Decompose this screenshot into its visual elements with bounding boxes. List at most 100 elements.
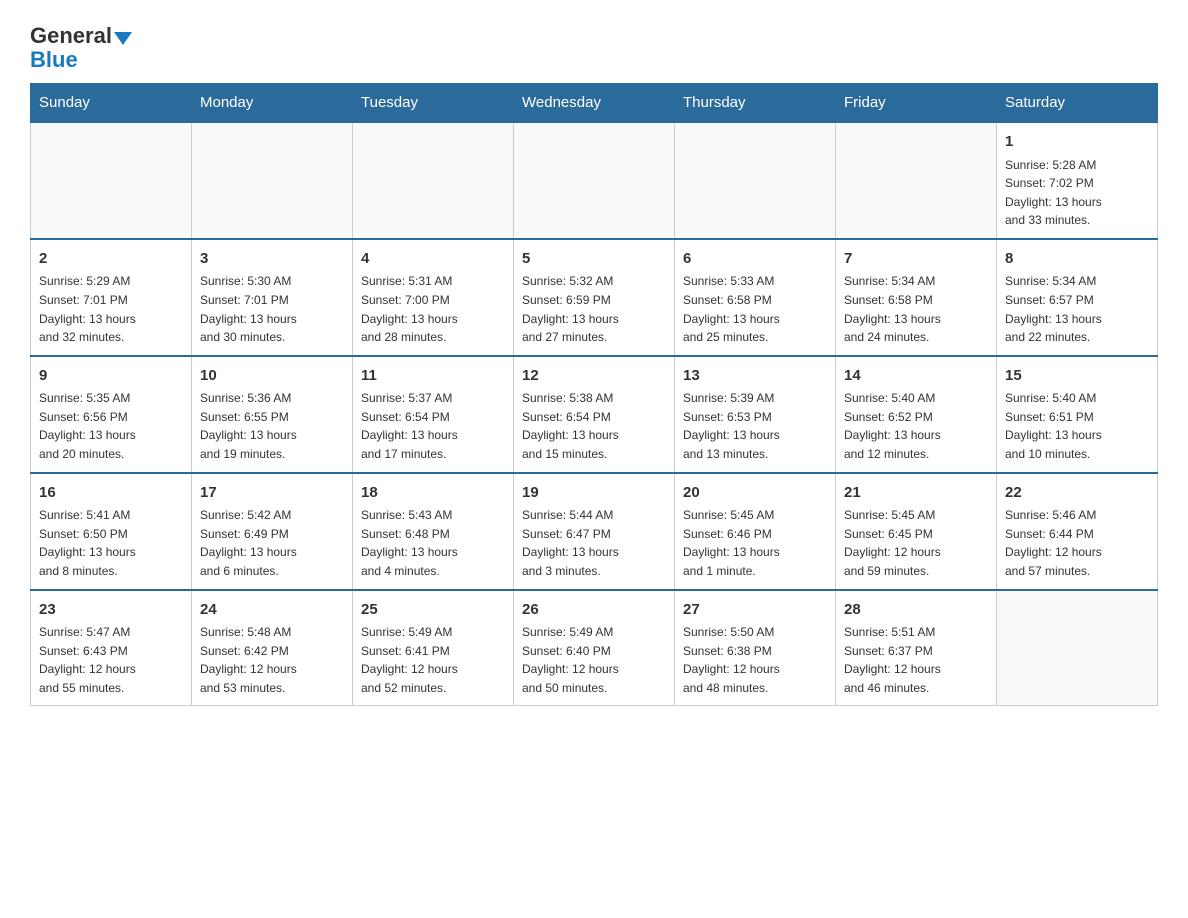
- calendar-cell: 27Sunrise: 5:50 AMSunset: 6:38 PMDayligh…: [675, 590, 836, 706]
- calendar-cell: [836, 122, 997, 239]
- day-number: 21: [844, 482, 988, 505]
- calendar-cell: 5Sunrise: 5:32 AMSunset: 6:59 PMDaylight…: [514, 239, 675, 356]
- calendar-header-row: Sunday Monday Tuesday Wednesday Thursday…: [31, 84, 1158, 123]
- calendar-cell: 8Sunrise: 5:34 AMSunset: 6:57 PMDaylight…: [997, 239, 1158, 356]
- day-number: 22: [1005, 482, 1149, 505]
- day-info: Sunrise: 5:33 AMSunset: 6:58 PMDaylight:…: [683, 272, 827, 346]
- day-info: Sunrise: 5:51 AMSunset: 6:37 PMDaylight:…: [844, 623, 988, 697]
- calendar-cell: 25Sunrise: 5:49 AMSunset: 6:41 PMDayligh…: [353, 590, 514, 706]
- calendar-cell: 26Sunrise: 5:49 AMSunset: 6:40 PMDayligh…: [514, 590, 675, 706]
- day-number: 1: [1005, 131, 1149, 154]
- calendar-cell: [997, 590, 1158, 706]
- day-info: Sunrise: 5:43 AMSunset: 6:48 PMDaylight:…: [361, 506, 505, 580]
- day-number: 19: [522, 482, 666, 505]
- col-monday: Monday: [192, 84, 353, 123]
- day-info: Sunrise: 5:34 AMSunset: 6:58 PMDaylight:…: [844, 272, 988, 346]
- logo-triangle-icon: [114, 32, 132, 45]
- calendar-cell: 21Sunrise: 5:45 AMSunset: 6:45 PMDayligh…: [836, 473, 997, 590]
- day-number: 8: [1005, 248, 1149, 271]
- day-number: 6: [683, 248, 827, 271]
- calendar-cell: 20Sunrise: 5:45 AMSunset: 6:46 PMDayligh…: [675, 473, 836, 590]
- day-number: 18: [361, 482, 505, 505]
- day-number: 10: [200, 365, 344, 388]
- day-number: 15: [1005, 365, 1149, 388]
- day-info: Sunrise: 5:40 AMSunset: 6:52 PMDaylight:…: [844, 389, 988, 463]
- calendar-cell: 4Sunrise: 5:31 AMSunset: 7:00 PMDaylight…: [353, 239, 514, 356]
- calendar-cell: 13Sunrise: 5:39 AMSunset: 6:53 PMDayligh…: [675, 356, 836, 473]
- day-number: 27: [683, 599, 827, 622]
- calendar-cell: 15Sunrise: 5:40 AMSunset: 6:51 PMDayligh…: [997, 356, 1158, 473]
- day-number: 12: [522, 365, 666, 388]
- calendar-cell: [675, 122, 836, 239]
- calendar-cell: 2Sunrise: 5:29 AMSunset: 7:01 PMDaylight…: [31, 239, 192, 356]
- day-info: Sunrise: 5:37 AMSunset: 6:54 PMDaylight:…: [361, 389, 505, 463]
- day-info: Sunrise: 5:32 AMSunset: 6:59 PMDaylight:…: [522, 272, 666, 346]
- calendar-cell: 19Sunrise: 5:44 AMSunset: 6:47 PMDayligh…: [514, 473, 675, 590]
- calendar-cell: 22Sunrise: 5:46 AMSunset: 6:44 PMDayligh…: [997, 473, 1158, 590]
- day-number: 23: [39, 599, 183, 622]
- logo-blue-text: Blue: [30, 47, 78, 72]
- day-number: 2: [39, 248, 183, 271]
- day-info: Sunrise: 5:41 AMSunset: 6:50 PMDaylight:…: [39, 506, 183, 580]
- day-info: Sunrise: 5:49 AMSunset: 6:40 PMDaylight:…: [522, 623, 666, 697]
- day-info: Sunrise: 5:46 AMSunset: 6:44 PMDaylight:…: [1005, 506, 1149, 580]
- calendar-cell: 6Sunrise: 5:33 AMSunset: 6:58 PMDaylight…: [675, 239, 836, 356]
- day-number: 7: [844, 248, 988, 271]
- day-number: 14: [844, 365, 988, 388]
- calendar-cell: 17Sunrise: 5:42 AMSunset: 6:49 PMDayligh…: [192, 473, 353, 590]
- day-number: 20: [683, 482, 827, 505]
- calendar-cell: 9Sunrise: 5:35 AMSunset: 6:56 PMDaylight…: [31, 356, 192, 473]
- day-info: Sunrise: 5:47 AMSunset: 6:43 PMDaylight:…: [39, 623, 183, 697]
- calendar-cell: 10Sunrise: 5:36 AMSunset: 6:55 PMDayligh…: [192, 356, 353, 473]
- logo: General Blue: [30, 20, 134, 73]
- calendar-cell: 11Sunrise: 5:37 AMSunset: 6:54 PMDayligh…: [353, 356, 514, 473]
- calendar-cell: 28Sunrise: 5:51 AMSunset: 6:37 PMDayligh…: [836, 590, 997, 706]
- col-wednesday: Wednesday: [514, 84, 675, 123]
- day-info: Sunrise: 5:38 AMSunset: 6:54 PMDaylight:…: [522, 389, 666, 463]
- page-header: General Blue: [30, 20, 1158, 73]
- day-info: Sunrise: 5:48 AMSunset: 6:42 PMDaylight:…: [200, 623, 344, 697]
- calendar-cell: [192, 122, 353, 239]
- calendar-cell: 16Sunrise: 5:41 AMSunset: 6:50 PMDayligh…: [31, 473, 192, 590]
- calendar-cell: [353, 122, 514, 239]
- day-info: Sunrise: 5:29 AMSunset: 7:01 PMDaylight:…: [39, 272, 183, 346]
- day-info: Sunrise: 5:39 AMSunset: 6:53 PMDaylight:…: [683, 389, 827, 463]
- day-number: 28: [844, 599, 988, 622]
- logo-general-text: General: [30, 25, 112, 47]
- day-info: Sunrise: 5:44 AMSunset: 6:47 PMDaylight:…: [522, 506, 666, 580]
- day-info: Sunrise: 5:34 AMSunset: 6:57 PMDaylight:…: [1005, 272, 1149, 346]
- day-number: 16: [39, 482, 183, 505]
- day-number: 5: [522, 248, 666, 271]
- day-number: 25: [361, 599, 505, 622]
- calendar-cell: 1Sunrise: 5:28 AMSunset: 7:02 PMDaylight…: [997, 122, 1158, 239]
- calendar-cell: 14Sunrise: 5:40 AMSunset: 6:52 PMDayligh…: [836, 356, 997, 473]
- col-saturday: Saturday: [997, 84, 1158, 123]
- day-info: Sunrise: 5:45 AMSunset: 6:46 PMDaylight:…: [683, 506, 827, 580]
- day-number: 4: [361, 248, 505, 271]
- calendar-cell: 3Sunrise: 5:30 AMSunset: 7:01 PMDaylight…: [192, 239, 353, 356]
- day-info: Sunrise: 5:45 AMSunset: 6:45 PMDaylight:…: [844, 506, 988, 580]
- calendar-week-row: 16Sunrise: 5:41 AMSunset: 6:50 PMDayligh…: [31, 473, 1158, 590]
- day-number: 24: [200, 599, 344, 622]
- day-number: 9: [39, 365, 183, 388]
- col-sunday: Sunday: [31, 84, 192, 123]
- calendar-cell: 23Sunrise: 5:47 AMSunset: 6:43 PMDayligh…: [31, 590, 192, 706]
- col-thursday: Thursday: [675, 84, 836, 123]
- calendar-cell: [31, 122, 192, 239]
- day-info: Sunrise: 5:28 AMSunset: 7:02 PMDaylight:…: [1005, 156, 1149, 230]
- day-info: Sunrise: 5:50 AMSunset: 6:38 PMDaylight:…: [683, 623, 827, 697]
- calendar-table: Sunday Monday Tuesday Wednesday Thursday…: [30, 83, 1158, 706]
- day-number: 3: [200, 248, 344, 271]
- calendar-week-row: 2Sunrise: 5:29 AMSunset: 7:01 PMDaylight…: [31, 239, 1158, 356]
- day-info: Sunrise: 5:35 AMSunset: 6:56 PMDaylight:…: [39, 389, 183, 463]
- day-info: Sunrise: 5:31 AMSunset: 7:00 PMDaylight:…: [361, 272, 505, 346]
- day-info: Sunrise: 5:30 AMSunset: 7:01 PMDaylight:…: [200, 272, 344, 346]
- day-number: 26: [522, 599, 666, 622]
- day-number: 17: [200, 482, 344, 505]
- calendar-week-row: 1Sunrise: 5:28 AMSunset: 7:02 PMDaylight…: [31, 122, 1158, 239]
- calendar-cell: 7Sunrise: 5:34 AMSunset: 6:58 PMDaylight…: [836, 239, 997, 356]
- col-tuesday: Tuesday: [353, 84, 514, 123]
- day-number: 11: [361, 365, 505, 388]
- col-friday: Friday: [836, 84, 997, 123]
- calendar-week-row: 9Sunrise: 5:35 AMSunset: 6:56 PMDaylight…: [31, 356, 1158, 473]
